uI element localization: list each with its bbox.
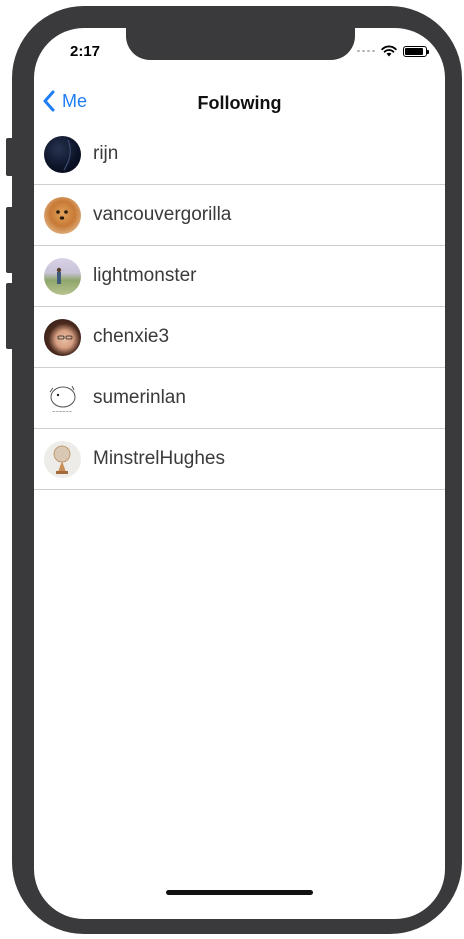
silent-switch — [6, 138, 14, 176]
list-item[interactable]: ~~~~~~ sumerinlan — [34, 368, 445, 429]
wifi-icon — [381, 45, 397, 57]
home-indicator[interactable] — [166, 890, 313, 895]
username: vancouvergorilla — [93, 204, 232, 225]
screen: 2:17 Me Following rijn vancouvergorilla … — [34, 28, 445, 919]
list-item[interactable]: chenxie3 — [34, 307, 445, 368]
status-icons — [357, 45, 429, 57]
following-list: rijn vancouvergorilla lightmonster chenx… — [34, 124, 445, 490]
avatar: ~~~~~~ — [44, 379, 81, 417]
notch — [126, 26, 355, 60]
avatar — [44, 318, 81, 356]
list-item[interactable]: vancouvergorilla — [34, 185, 445, 246]
username: rijn — [93, 143, 119, 164]
status-time: 2:17 — [70, 43, 101, 60]
navigation-bar: Me Following — [34, 82, 445, 126]
list-item[interactable]: lightmonster — [34, 246, 445, 307]
volume-up-button — [6, 207, 14, 273]
username: MinstrelHughes — [93, 448, 225, 469]
avatar — [44, 196, 81, 234]
svg-text:~~~~~~: ~~~~~~ — [52, 409, 72, 414]
signal-icon — [357, 50, 375, 52]
avatar — [44, 440, 81, 478]
avatar — [44, 257, 81, 295]
page-title: Following — [197, 93, 282, 113]
list-item[interactable]: rijn — [34, 124, 445, 185]
avatar — [44, 135, 81, 173]
username: sumerinlan — [93, 387, 186, 408]
list-item[interactable]: MinstrelHughes — [34, 429, 445, 490]
volume-down-button — [6, 283, 14, 349]
username: lightmonster — [93, 265, 197, 286]
battery-icon — [403, 45, 429, 57]
username: chenxie3 — [93, 326, 170, 347]
